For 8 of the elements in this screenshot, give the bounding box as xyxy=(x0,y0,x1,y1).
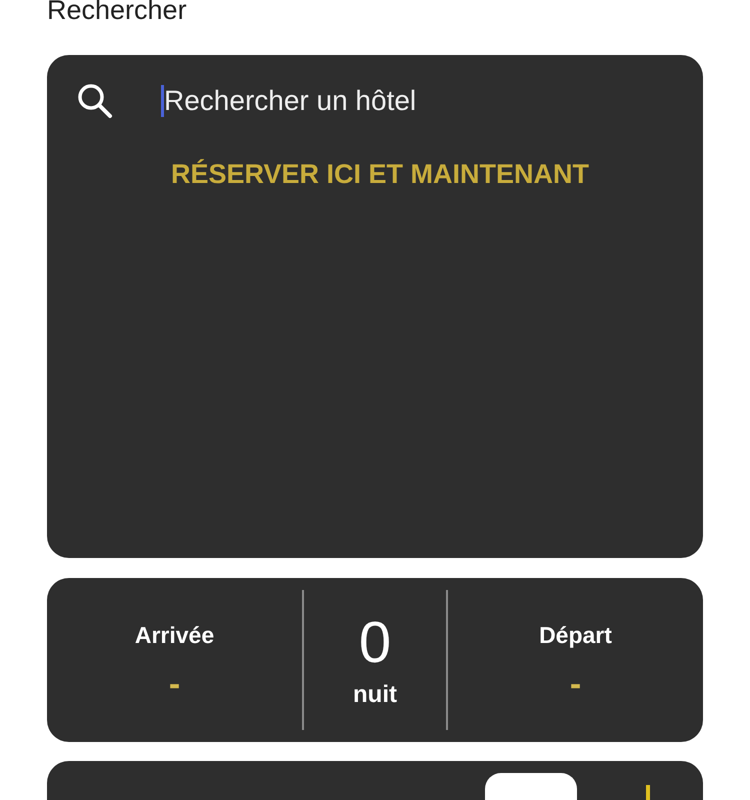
arrival-date[interactable]: - xyxy=(168,668,180,698)
departure-label: Départ xyxy=(539,622,612,648)
departure-date[interactable]: - xyxy=(570,668,582,698)
arrival-label: Arrivée xyxy=(134,622,214,648)
nights-count: 0 xyxy=(358,611,392,675)
promo-link[interactable]: RÉSERVER ICI ET MAINTENANT xyxy=(75,159,675,190)
nights-label: nuit xyxy=(353,681,397,709)
search-field[interactable]: Rechercher un hôtel xyxy=(161,85,675,117)
